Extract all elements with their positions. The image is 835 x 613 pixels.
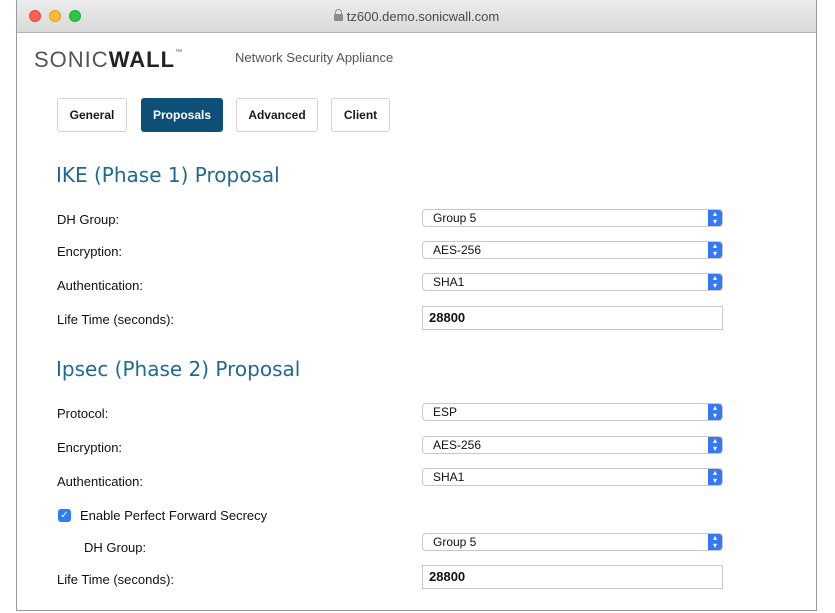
ike-encryption-value: AES-256 xyxy=(433,243,482,257)
ipsec-lifetime-input[interactable]: 28800 xyxy=(422,565,723,589)
ipsec-protocol-select[interactable]: ESP ▴ ▾ xyxy=(422,403,723,421)
select-arrows-icon: ▴ ▾ xyxy=(708,437,722,453)
ike-authentication-select[interactable]: SHA1 ▴ ▾ xyxy=(422,273,723,291)
logo-bold-text: WALL xyxy=(108,47,176,72)
sonicwall-logo: SONICWALL™ xyxy=(34,47,183,73)
ipsec-dh-group-select[interactable]: Group 5 ▴ ▾ xyxy=(422,533,723,551)
browser-window: tz600.demo.sonicwall.com SONICWALL™ Netw… xyxy=(16,0,817,611)
tab-client[interactable]: Client xyxy=(331,98,390,132)
logo-light-text: SONIC xyxy=(34,47,109,72)
ipsec-encryption-select[interactable]: AES-256 ▴ ▾ xyxy=(422,436,723,454)
ipsec-encryption-label: Encryption: xyxy=(57,440,123,455)
ike-dh-group-value: Group 5 xyxy=(433,211,477,225)
ike-encryption-label: Encryption: xyxy=(57,244,123,259)
select-arrows-icon: ▴ ▾ xyxy=(708,210,722,226)
ipsec-authentication-label: Authentication: xyxy=(57,474,144,489)
ike-lifetime-label: Life Time (seconds): xyxy=(57,312,175,327)
ipsec-authentication-select[interactable]: SHA1 ▴ ▾ xyxy=(422,468,723,486)
ike-authentication-value: SHA1 xyxy=(433,275,465,289)
ipsec-encryption-value: AES-256 xyxy=(433,438,482,452)
select-arrows-icon: ▴ ▾ xyxy=(708,469,722,485)
tab-proposals[interactable]: Proposals xyxy=(141,98,223,132)
select-arrows-icon: ▴ ▾ xyxy=(708,404,722,420)
tagline: Network Security Appliance xyxy=(235,50,394,65)
address-bar[interactable]: tz600.demo.sonicwall.com xyxy=(17,9,816,24)
ike-section-title: IKE (Phase 1) Proposal xyxy=(56,163,280,187)
ike-dh-group-select[interactable]: Group 5 ▴ ▾ xyxy=(422,209,723,227)
tab-advanced[interactable]: Advanced xyxy=(236,98,318,132)
ipsec-authentication-value: SHA1 xyxy=(433,470,465,484)
ike-dh-group-label: DH Group: xyxy=(57,212,120,227)
ike-encryption-select[interactable]: AES-256 ▴ ▾ xyxy=(422,241,723,259)
url-text: tz600.demo.sonicwall.com xyxy=(346,9,500,24)
ipsec-lifetime-label: Life Time (seconds): xyxy=(57,572,175,587)
title-bar: tz600.demo.sonicwall.com xyxy=(17,0,816,33)
select-arrows-icon: ▴ ▾ xyxy=(708,534,722,550)
checkmark-icon: ✓ xyxy=(60,510,69,521)
ipsec-dh-group-label: DH Group: xyxy=(84,540,147,555)
ike-authentication-label: Authentication: xyxy=(57,278,144,293)
ike-lifetime-input[interactable]: 28800 xyxy=(422,306,723,330)
pfs-checkbox[interactable]: ✓ xyxy=(58,509,71,522)
trademark-symbol: ™ xyxy=(175,49,184,56)
pfs-label: Enable Perfect Forward Secrecy xyxy=(80,508,268,523)
select-arrows-icon: ▴ ▾ xyxy=(708,274,722,290)
tab-general[interactable]: General xyxy=(57,98,127,132)
ipsec-protocol-label: Protocol: xyxy=(57,406,109,421)
ipsec-protocol-value: ESP xyxy=(433,405,458,419)
lock-icon xyxy=(333,9,343,21)
ipsec-section-title: Ipsec (Phase 2) Proposal xyxy=(56,357,301,381)
select-arrows-icon: ▴ ▾ xyxy=(708,242,722,258)
ipsec-dh-group-value: Group 5 xyxy=(433,535,477,549)
